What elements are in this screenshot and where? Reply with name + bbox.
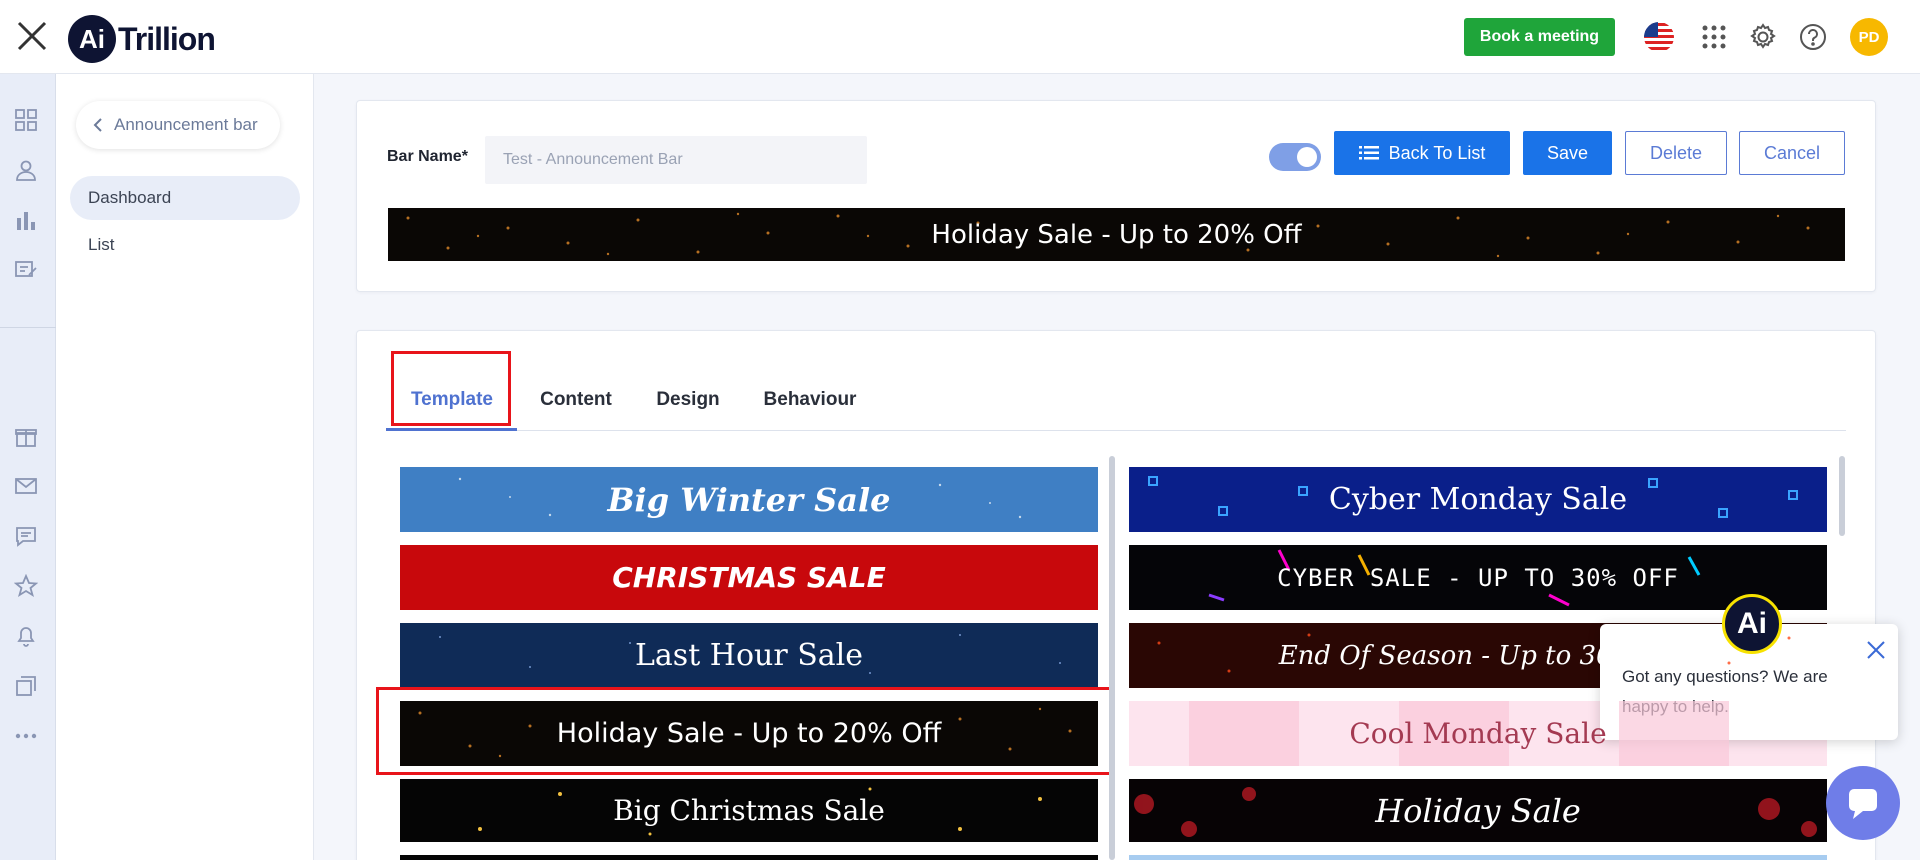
template-text: Cool Monday Sale bbox=[1349, 717, 1607, 750]
gear-icon[interactable] bbox=[1746, 20, 1780, 54]
delete-button[interactable]: Delete bbox=[1625, 131, 1727, 175]
chevron-left-icon bbox=[93, 118, 102, 132]
close-icon[interactable] bbox=[14, 18, 50, 54]
top-header: Ai Trillion Book a meeting PD bbox=[0, 0, 1920, 74]
mail-icon[interactable] bbox=[12, 472, 40, 500]
tab-active-underline bbox=[386, 428, 517, 431]
list-icon bbox=[1358, 146, 1379, 160]
nav-item-list[interactable]: List bbox=[70, 223, 300, 267]
app-root: Ai Trillion Book a meeting PD Announceme… bbox=[0, 0, 1920, 860]
tab-label: Behaviour bbox=[763, 389, 857, 410]
template-text: Holiday Sale - Up to 20% Off bbox=[556, 718, 942, 749]
tab-label: Design bbox=[656, 389, 720, 410]
template-holiday-sale-20[interactable]: Holiday Sale - Up to 20% Off bbox=[400, 701, 1098, 766]
user-avatar[interactable]: PD bbox=[1850, 18, 1888, 56]
bell-icon[interactable] bbox=[12, 622, 40, 650]
template-text: Big Winter Sale bbox=[607, 480, 891, 519]
app-logo[interactable]: Ai Trillion bbox=[68, 14, 216, 64]
template-text: CHRISTMAS SALE bbox=[612, 561, 886, 594]
breadcrumb-back[interactable]: Announcement bar bbox=[76, 101, 280, 149]
rail-divider bbox=[0, 327, 56, 328]
breadcrumb-label: Announcement bar bbox=[114, 115, 258, 134]
tab-behaviour[interactable]: Behaviour bbox=[755, 370, 865, 430]
template-text: Cyber Monday Sale bbox=[1328, 482, 1628, 517]
user-icon[interactable] bbox=[12, 156, 40, 184]
nav-item-label: List bbox=[88, 235, 115, 254]
us-flag-icon[interactable] bbox=[1642, 20, 1676, 54]
template-cyber-sale-30[interactable]: cyber sale - up to 30% off bbox=[1129, 545, 1827, 610]
secondary-sidebar: Announcement bar Dashboard List bbox=[56, 74, 314, 860]
dashboard-grid-icon[interactable] bbox=[12, 106, 40, 134]
save-button[interactable]: Save bbox=[1523, 131, 1612, 175]
back-to-list-button[interactable]: Back To List bbox=[1334, 131, 1510, 175]
chat-launcher-button[interactable] bbox=[1826, 766, 1900, 840]
templates-left-scrollbar[interactable] bbox=[1109, 456, 1115, 860]
preview-text: Holiday Sale - Up to 20% Off bbox=[931, 219, 1302, 250]
tabs-divider bbox=[386, 430, 1846, 431]
cancel-button[interactable]: Cancel bbox=[1739, 131, 1845, 175]
tab-template[interactable]: Template bbox=[396, 370, 508, 430]
back-to-list-label: Back To List bbox=[1388, 142, 1486, 163]
left-icon-rail bbox=[0, 74, 56, 860]
chat-icon[interactable] bbox=[12, 522, 40, 550]
nav-item-dashboard[interactable]: Dashboard bbox=[70, 176, 300, 220]
templates-right-scrollbar[interactable] bbox=[1839, 456, 1845, 536]
tab-design[interactable]: Design bbox=[648, 370, 728, 430]
save-label: Save bbox=[1546, 142, 1589, 163]
logo-mark: Ai bbox=[68, 15, 116, 63]
template-text: Big Christmas Sale bbox=[613, 794, 885, 827]
template-christmas-sale[interactable]: CHRISTMAS SALE bbox=[400, 545, 1098, 610]
nav-item-label: Dashboard bbox=[88, 188, 172, 207]
bar-chart-icon[interactable] bbox=[12, 206, 40, 234]
enable-toggle[interactable] bbox=[1269, 143, 1321, 171]
template-cool-monday-sale[interactable]: Cool Monday Sale bbox=[1129, 701, 1827, 766]
gift-icon[interactable] bbox=[12, 422, 40, 450]
template-text: End Of Season - Up to 30% bbox=[1278, 640, 1638, 671]
cancel-label: Cancel bbox=[1763, 142, 1821, 163]
book-meeting-button[interactable]: Book a meeting bbox=[1464, 18, 1615, 56]
tab-label: Content bbox=[540, 389, 612, 410]
tab-label: Template bbox=[410, 389, 493, 410]
star-icon[interactable] bbox=[12, 572, 40, 600]
template-big-christmas-sale[interactable]: Big Christmas Sale bbox=[400, 779, 1098, 842]
chat-bubble-icon bbox=[1849, 789, 1877, 819]
bar-settings-card bbox=[356, 100, 1876, 292]
help-icon[interactable] bbox=[1796, 20, 1830, 54]
chat-close-icon[interactable] bbox=[1864, 638, 1888, 662]
template-end-of-season[interactable]: End Of Season - Up to 30% bbox=[1129, 623, 1827, 688]
delete-label: Delete bbox=[1649, 142, 1703, 163]
template-cyber-monday-sale[interactable]: Cyber Monday Sale bbox=[1129, 467, 1827, 532]
template-partial-row bbox=[400, 855, 1098, 860]
tab-content[interactable]: Content bbox=[530, 370, 622, 430]
announcement-preview: Holiday Sale - Up to 20% Off bbox=[388, 208, 1845, 261]
template-text: Holiday Sale bbox=[1375, 791, 1581, 830]
stack-icon[interactable] bbox=[12, 672, 40, 700]
template-holiday-sale[interactable]: Holiday Sale bbox=[1129, 779, 1827, 842]
apps-grid-icon[interactable] bbox=[1697, 20, 1731, 54]
template-partial-row bbox=[1129, 855, 1827, 860]
template-text: cyber sale - up to 30% off bbox=[1277, 563, 1679, 592]
template-last-hour-sale[interactable]: Last Hour Sale bbox=[400, 623, 1098, 688]
bar-name-input[interactable] bbox=[485, 136, 867, 184]
edit-note-icon[interactable] bbox=[12, 256, 40, 284]
template-text: Last Hour Sale bbox=[634, 638, 863, 673]
template-big-winter-sale[interactable]: Big Winter Sale bbox=[400, 467, 1098, 532]
logo-text: Trillion bbox=[118, 20, 216, 57]
bar-name-label: Bar Name* bbox=[387, 148, 468, 165]
more-icon[interactable] bbox=[12, 722, 40, 750]
